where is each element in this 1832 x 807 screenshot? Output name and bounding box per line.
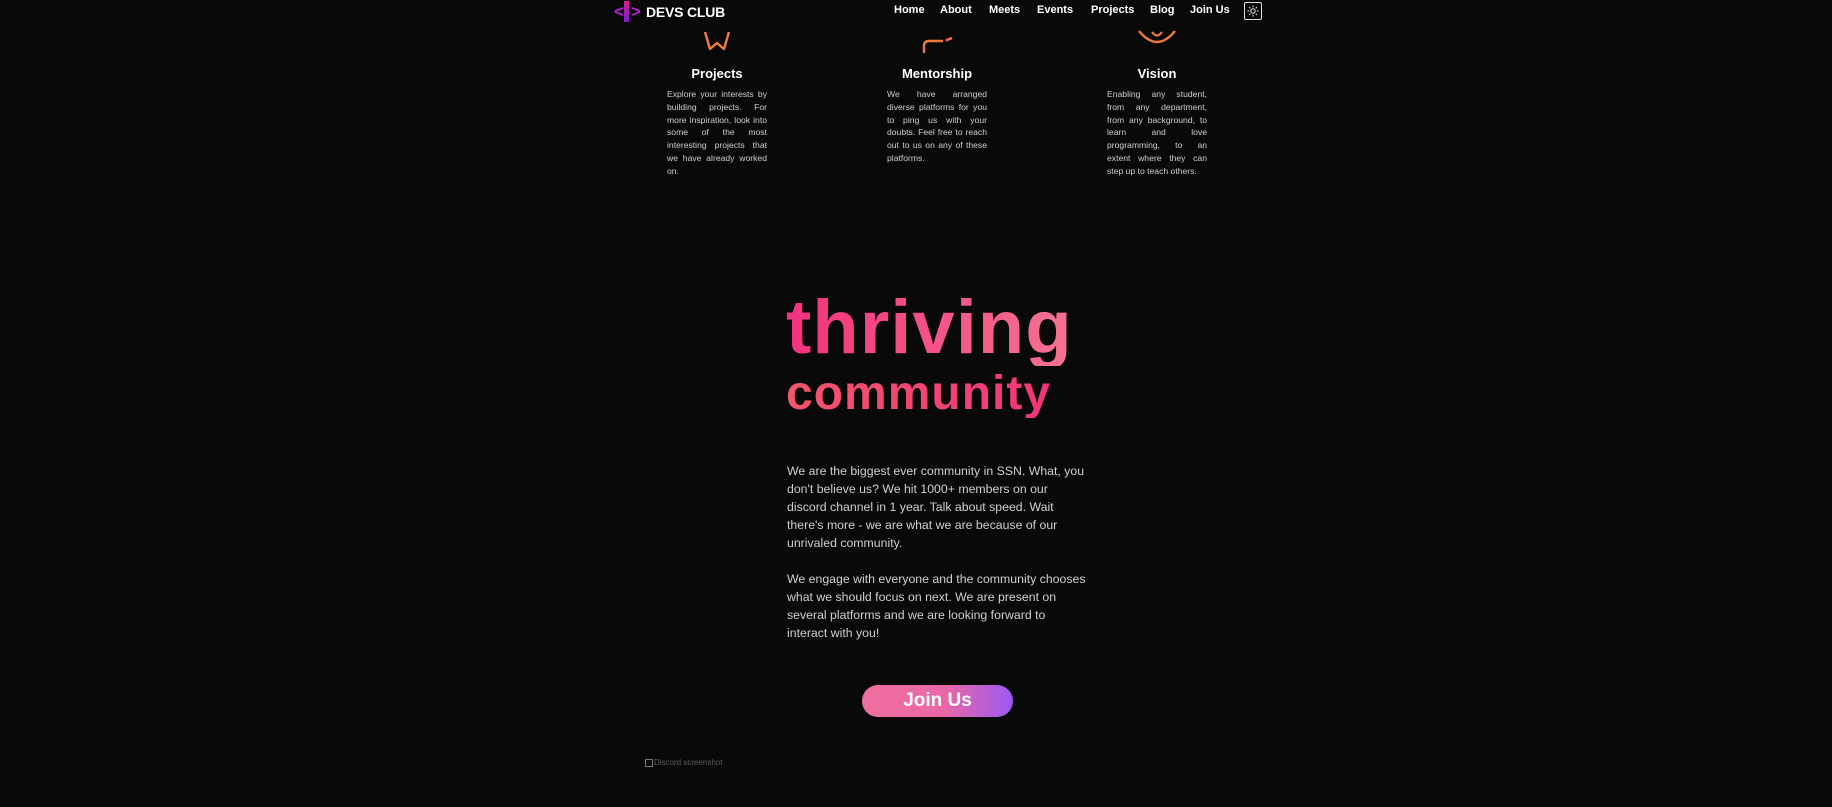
discord-screenshot-image: Discord screenshot: [645, 758, 722, 767]
nav-link-events[interactable]: Events: [1037, 4, 1073, 16]
feature-text: We have arranged diverse platforms for y…: [887, 89, 987, 163]
nav-link-projects[interactable]: Projects: [1091, 4, 1134, 16]
broken-image-icon: [645, 758, 653, 767]
feature-text: Explore your interests by building proje…: [667, 89, 767, 176]
feature-text: Enabling any student, from any departmen…: [1107, 89, 1207, 176]
theme-toggle-button[interactable]: [1244, 2, 1262, 20]
code-logo-icon: < >: [614, 1, 641, 22]
feature-card-projects: Projects Explore your interests by build…: [667, 29, 767, 178]
nav-link-meets[interactable]: Meets: [989, 4, 1020, 16]
brand-logo-link[interactable]: < > DEVS CLUB: [614, 1, 725, 23]
feature-card-vision: Vision Enabling any student, from any de…: [1107, 29, 1207, 178]
brand-name: DEVS CLUB: [646, 4, 726, 20]
top-navbar: < > DEVS CLUB Home About Meets Events Pro…: [0, 0, 1832, 22]
chat-icon: [922, 36, 953, 53]
feature-title: Projects: [691, 66, 743, 81]
hero-heading-line1: thriving: [786, 285, 1073, 370]
feature-title: Vision: [1137, 66, 1177, 81]
nav-link-home[interactable]: Home: [894, 4, 925, 16]
eye-icon: [1138, 30, 1176, 44]
join-us-button[interactable]: Join Us: [862, 685, 1013, 717]
hero-heading: thriving community: [786, 290, 1073, 418]
feature-card-mentorship: Mentorship We have arranged diverse plat…: [887, 29, 987, 165]
image-alt-text: Discord screenshot: [654, 758, 723, 767]
feature-title: Mentorship: [901, 66, 973, 81]
nav-link-about[interactable]: About: [940, 4, 972, 16]
star-icon: [703, 31, 731, 51]
nav-link-blog[interactable]: Blog: [1150, 4, 1174, 16]
community-paragraph-2: We engage with everyone and the communit…: [787, 572, 1086, 640]
hero-heading-line2: community: [786, 370, 1073, 418]
community-paragraph-1: We are the biggest ever community in SSN…: [787, 464, 1085, 550]
nav-link-join-us[interactable]: Join Us: [1190, 4, 1230, 16]
sun-icon: [1247, 5, 1259, 17]
